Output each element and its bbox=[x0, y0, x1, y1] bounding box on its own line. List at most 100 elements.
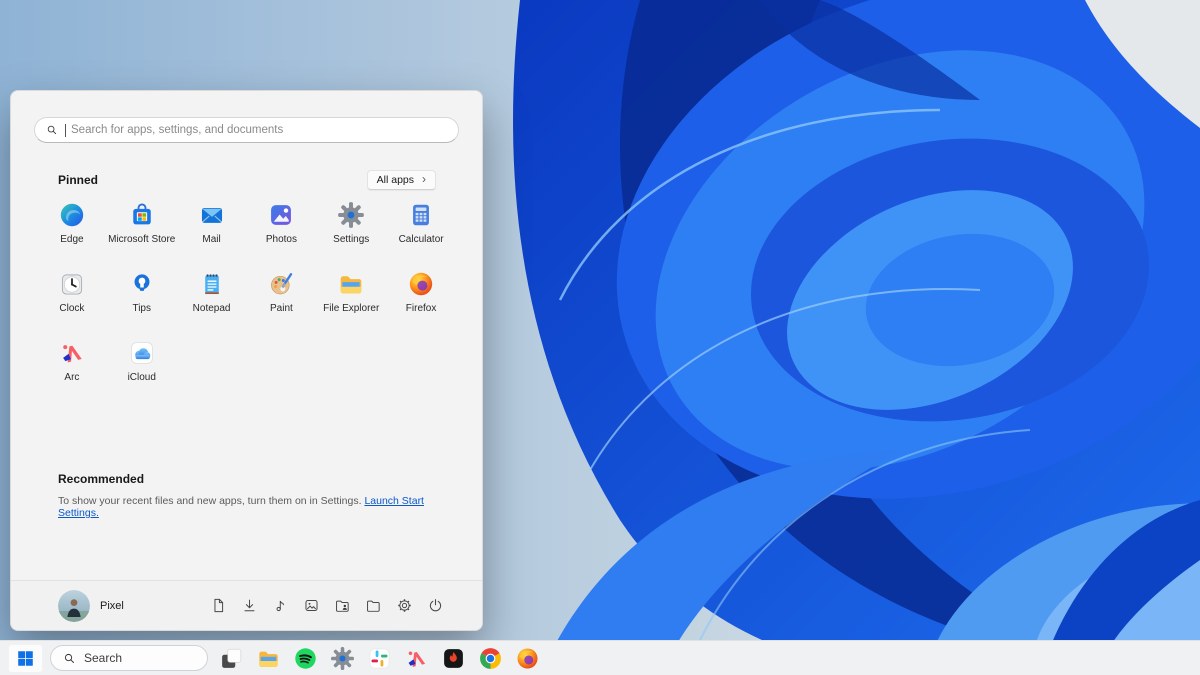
taskbar-app-arc[interactable] bbox=[398, 643, 435, 673]
user-name-label: Pixel bbox=[100, 600, 124, 612]
pinned-app-label: iCloud bbox=[128, 372, 156, 383]
file-explorer-icon bbox=[256, 646, 281, 671]
pinned-app-label: Edge bbox=[60, 234, 83, 245]
search-icon bbox=[46, 124, 58, 136]
pinned-app-label: Calculator bbox=[399, 234, 444, 245]
documents-shortcut[interactable] bbox=[209, 597, 227, 615]
pinned-app-label: Paint bbox=[270, 303, 293, 314]
pinned-section-title: Pinned bbox=[58, 173, 98, 187]
pinned-app-firefox[interactable]: Firefox bbox=[386, 264, 456, 333]
taskbar-app-firefox[interactable] bbox=[509, 643, 546, 673]
pinned-app-settings[interactable]: Settings bbox=[316, 195, 386, 264]
documents-icon bbox=[210, 597, 227, 614]
flame-app-icon bbox=[441, 646, 466, 671]
calculator-icon bbox=[407, 201, 435, 229]
photos-icon bbox=[267, 201, 295, 229]
file-explorer-outline-icon bbox=[365, 597, 382, 614]
edge-icon bbox=[58, 201, 86, 229]
text-caret bbox=[65, 124, 66, 137]
settings-icon bbox=[330, 646, 355, 671]
recommended-empty-message: To show your recent files and new apps, … bbox=[58, 495, 458, 519]
mail-icon bbox=[198, 201, 226, 229]
pinned-app-clock[interactable]: Clock bbox=[37, 264, 107, 333]
music-shortcut[interactable] bbox=[271, 597, 289, 615]
arc-icon bbox=[404, 646, 429, 671]
taskbar-app-settings[interactable] bbox=[324, 643, 361, 673]
pinned-app-label: Photos bbox=[266, 234, 297, 245]
slack-icon bbox=[367, 646, 392, 671]
user-account-button[interactable]: Pixel bbox=[58, 590, 124, 622]
personal-folder-icon bbox=[334, 597, 351, 614]
taskbar-search-box[interactable]: Search bbox=[50, 645, 208, 671]
taskbar-app-task-view[interactable] bbox=[213, 643, 250, 673]
pinned-app-microsoft-store[interactable]: Microsoft Store bbox=[107, 195, 177, 264]
pinned-app-icloud[interactable]: iCloud bbox=[107, 333, 177, 402]
pictures-shortcut[interactable] bbox=[302, 597, 320, 615]
pinned-app-label: Firefox bbox=[406, 303, 437, 314]
downloads-icon bbox=[241, 597, 258, 614]
pinned-app-edge[interactable]: Edge bbox=[37, 195, 107, 264]
downloads-shortcut[interactable] bbox=[240, 597, 258, 615]
pinned-app-label: Mail bbox=[202, 234, 220, 245]
pinned-app-label: Arc bbox=[64, 372, 79, 383]
pinned-app-label: Settings bbox=[333, 234, 369, 245]
power-button[interactable] bbox=[426, 597, 444, 615]
settings-outline-icon bbox=[396, 597, 413, 614]
pinned-app-tips[interactable]: Tips bbox=[107, 264, 177, 333]
taskbar-app-file-explorer[interactable] bbox=[250, 643, 287, 673]
start-menu-footer: Pixel bbox=[11, 580, 482, 630]
paint-icon bbox=[267, 270, 295, 298]
task-view-icon bbox=[219, 646, 244, 671]
notepad-icon bbox=[198, 270, 226, 298]
pictures-icon bbox=[303, 597, 320, 614]
pinned-app-label: Tips bbox=[132, 303, 151, 314]
pinned-app-label: Microsoft Store bbox=[108, 234, 175, 245]
icloud-icon bbox=[128, 339, 156, 367]
tips-icon bbox=[128, 270, 156, 298]
all-apps-label: All apps bbox=[377, 174, 414, 186]
taskbar-app-spotify[interactable] bbox=[287, 643, 324, 673]
pinned-app-label: Clock bbox=[59, 303, 84, 314]
recommended-section-title: Recommended bbox=[58, 472, 144, 486]
pinned-app-arc[interactable]: Arc bbox=[37, 333, 107, 402]
taskbar-app-slack[interactable] bbox=[361, 643, 398, 673]
music-icon bbox=[272, 597, 289, 614]
windows-logo-icon bbox=[16, 649, 35, 668]
spotify-icon bbox=[293, 646, 318, 671]
pinned-app-label: File Explorer bbox=[323, 303, 379, 314]
microsoft-store-icon bbox=[128, 201, 156, 229]
all-apps-button[interactable]: All apps › bbox=[367, 170, 436, 190]
start-search-box[interactable] bbox=[34, 117, 459, 143]
start-menu-panel: Pinned All apps › Edge Microsoft Store M… bbox=[10, 90, 483, 631]
pinned-app-label: Notepad bbox=[193, 303, 231, 314]
taskbar: Search bbox=[0, 640, 1200, 675]
pinned-app-calculator[interactable]: Calculator bbox=[386, 195, 456, 264]
personal-folder-shortcut[interactable] bbox=[333, 597, 351, 615]
firefox-icon bbox=[515, 646, 540, 671]
pinned-app-notepad[interactable]: Notepad bbox=[177, 264, 247, 333]
pinned-app-file-explorer[interactable]: File Explorer bbox=[316, 264, 386, 333]
pinned-apps-grid: Edge Microsoft Store Mail Photos Setting… bbox=[37, 195, 456, 402]
recommended-message-text: To show your recent files and new apps, … bbox=[58, 495, 362, 507]
file-explorer-shortcut[interactable] bbox=[364, 597, 382, 615]
clock-icon bbox=[58, 270, 86, 298]
pinned-app-photos[interactable]: Photos bbox=[247, 195, 317, 264]
firefox-icon bbox=[407, 270, 435, 298]
start-search-input[interactable] bbox=[69, 123, 447, 137]
taskbar-app-icons bbox=[213, 643, 546, 673]
user-avatar bbox=[58, 590, 90, 622]
pinned-app-mail[interactable]: Mail bbox=[177, 195, 247, 264]
search-icon bbox=[63, 652, 76, 665]
settings-icon bbox=[337, 201, 365, 229]
settings-shortcut[interactable] bbox=[395, 597, 413, 615]
chrome-icon bbox=[478, 646, 503, 671]
file-explorer-icon bbox=[337, 270, 365, 298]
pinned-app-paint[interactable]: Paint bbox=[247, 264, 317, 333]
footer-shortcuts bbox=[209, 597, 444, 615]
chevron-right-icon: › bbox=[422, 173, 426, 185]
arc-icon bbox=[58, 339, 86, 367]
start-button[interactable] bbox=[8, 644, 43, 673]
taskbar-search-label: Search bbox=[84, 651, 122, 665]
taskbar-app-flame[interactable] bbox=[435, 643, 472, 673]
taskbar-app-chrome[interactable] bbox=[472, 643, 509, 673]
